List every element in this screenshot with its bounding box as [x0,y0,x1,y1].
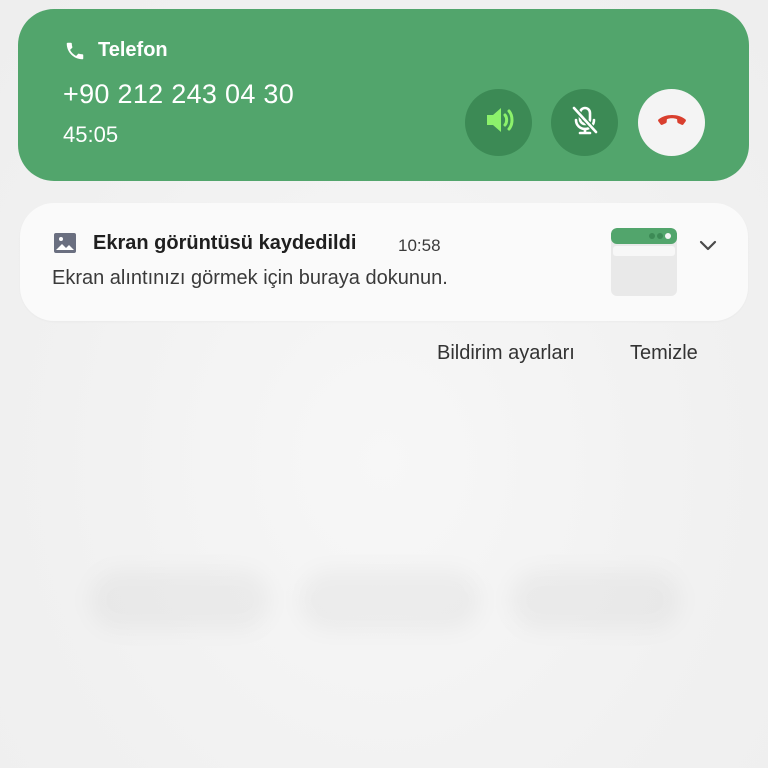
notification-shade: Telefon +90 212 243 04 30 45:05 Ekran gö… [0,0,768,768]
notification-time: 10:58 [398,236,441,255]
thumbnail-call-bar [611,228,677,244]
notification-settings-button[interactable]: Bildirim ayarları [437,342,575,365]
expand-button[interactable] [696,233,720,257]
blurred-shape [90,570,270,630]
ongoing-call-card[interactable]: Telefon +90 212 243 04 30 45:05 [18,9,749,181]
blurred-shape [510,570,680,630]
end-call-icon [653,101,691,144]
call-app-header: Telefon [64,39,168,62]
blurred-shape [300,570,480,630]
notification-title: Ekran görüntüsü kaydedildi [93,232,357,254]
mute-button[interactable] [551,89,618,156]
speaker-button[interactable] [465,89,532,156]
thumbnail-dot [665,233,671,239]
clear-all-button[interactable]: Temizle [630,342,698,365]
image-icon [54,233,76,258]
call-duration: 45:05 [63,122,119,147]
mic-off-icon [566,101,604,144]
call-app-name: Telefon [98,39,168,61]
notification-body: Ekran alıntınızı görmek için buraya doku… [52,267,448,289]
phone-icon [64,40,86,62]
speaker-icon [479,100,519,145]
screenshot-notification[interactable]: Ekran görüntüsü kaydedildi 10:58 Ekran a… [20,203,748,321]
end-call-button[interactable] [638,89,705,156]
thumbnail-dot [657,233,663,239]
screenshot-thumbnail[interactable] [611,228,677,296]
blurred-background [30,420,738,700]
thumbnail-dot [649,233,655,239]
caller-number: +90 212 243 04 30 [63,79,295,109]
chevron-down-icon [696,240,720,261]
thumbnail-notification [613,246,675,256]
